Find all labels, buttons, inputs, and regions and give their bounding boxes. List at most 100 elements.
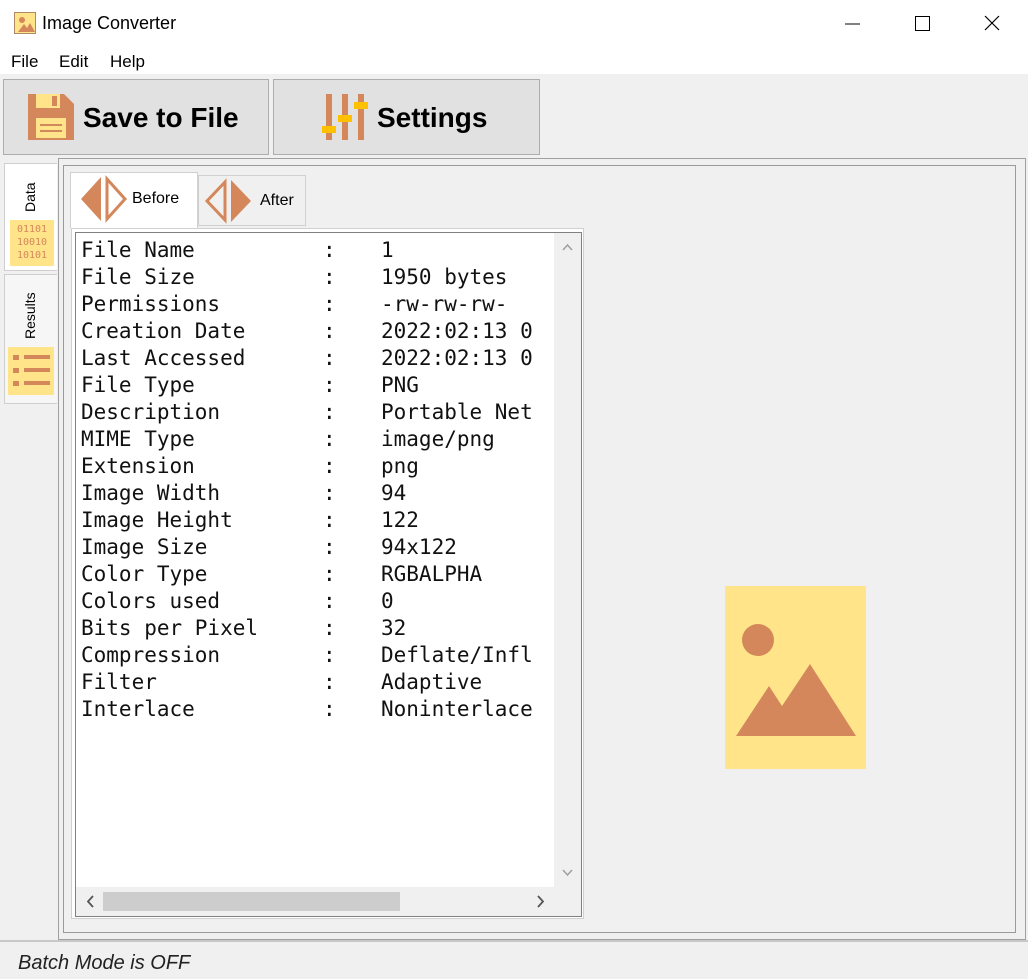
main-area: Data 01101 10010 10101 Results Before Af… [0, 158, 1028, 940]
file-info-list: File Name: 1 File Size: 1950 bytes Permissio… [81, 237, 553, 877]
info-value: 2022:02:13 0 [381, 346, 533, 370]
info-key: Filter [81, 670, 157, 694]
info-key: MIME Type [81, 427, 195, 451]
info-separator: : [323, 616, 336, 640]
horizontal-scrollbar[interactable] [76, 887, 554, 916]
info-key: File Size [81, 265, 195, 289]
scroll-left-icon [86, 895, 94, 908]
vertical-scrollbar[interactable] [554, 233, 581, 887]
info-separator: : [323, 670, 336, 694]
info-value: 122 [381, 508, 419, 532]
info-separator: : [323, 427, 336, 451]
info-separator: : [323, 454, 336, 478]
info-value: Noninterlace [381, 697, 533, 721]
info-separator: : [323, 481, 336, 505]
menu-bar: File Edit Help [0, 48, 1028, 74]
app-icon [14, 12, 36, 34]
info-separator: : [323, 562, 336, 586]
info-separator: : [323, 373, 336, 397]
info-value: Deflate/Infl [381, 643, 533, 667]
tab-before[interactable]: Before [70, 172, 198, 228]
info-value: RGBALPHA [381, 562, 483, 586]
info-separator: : [323, 238, 336, 262]
tab-before-label: Before [132, 190, 180, 207]
info-key: File Type [81, 373, 195, 397]
close-button[interactable] [958, 0, 1028, 48]
image-placeholder-icon [736, 624, 856, 736]
info-key: Interlace [81, 697, 195, 721]
info-separator: : [323, 535, 336, 559]
info-key: Colors used [81, 589, 221, 613]
info-value: image/png [381, 427, 495, 451]
minimize-button[interactable] [818, 0, 888, 48]
content-panel: Before After File Name: 1 File Size: 1950 b… [63, 165, 1016, 933]
info-key: Image Size [81, 535, 208, 559]
info-value: 32 [381, 616, 407, 640]
content-frame: Before After File Name: 1 File Size: 1950 b… [58, 158, 1026, 940]
sidetab-results[interactable]: Results [4, 274, 57, 404]
info-key: Permissions [81, 292, 221, 316]
info-value: 2022:02:13 0 [381, 319, 533, 343]
sidetab-data[interactable]: Data 01101 10010 10101 [4, 163, 57, 271]
info-value: Portable Net [381, 400, 533, 424]
file-info-textbox[interactable]: File Name: 1 File Size: 1950 bytes Permissio… [75, 232, 582, 917]
info-key: Description [81, 400, 221, 424]
info-separator: : [323, 319, 336, 343]
info-separator: : [323, 346, 336, 370]
tab-after[interactable]: After [198, 175, 306, 226]
binary-icon: 01101 10010 10101 [10, 220, 54, 266]
info-value: 1950 bytes [381, 265, 508, 289]
info-separator: : [323, 643, 336, 667]
info-key: Bits per Pixel [81, 616, 259, 640]
info-key: Extension [81, 454, 195, 478]
scroll-right-icon [537, 895, 545, 908]
info-key: File Name [81, 238, 195, 262]
info-value: png [381, 454, 419, 478]
sliders-icon [322, 94, 368, 140]
list-icon [8, 347, 54, 395]
window-title: Image Converter [42, 13, 177, 33]
info-value: 94 [381, 481, 407, 505]
info-value: -rw-rw-rw- [381, 292, 508, 316]
info-key: Creation Date [81, 319, 246, 343]
close-icon [984, 15, 1000, 31]
info-separator: : [323, 265, 336, 289]
image-preview [725, 586, 866, 769]
info-value: PNG [381, 373, 419, 397]
save-to-file-label: Save to File [83, 102, 239, 133]
info-key: Last Accessed [81, 346, 246, 370]
tab-after-label: After [260, 192, 294, 209]
maximize-icon [915, 16, 930, 31]
sidetab-data-label: Data [22, 182, 38, 212]
status-text: Batch Mode is OFF [18, 952, 191, 974]
menu-edit[interactable]: Edit [59, 52, 88, 72]
info-value: 0 [381, 589, 394, 613]
info-key: Color Type [81, 562, 208, 586]
info-key: Image Width [81, 481, 221, 505]
info-key: Compression [81, 643, 221, 667]
info-separator: : [323, 697, 336, 721]
floppy-disk-icon [28, 94, 74, 140]
menu-file[interactable]: File [11, 52, 38, 72]
scrollbar-corner [554, 887, 581, 916]
settings-button[interactable]: Settings [273, 79, 540, 155]
toolbar: Save to File Settings [0, 74, 1028, 158]
horizontal-scroll-thumb[interactable] [103, 892, 400, 911]
info-separator: : [323, 589, 336, 613]
scroll-down-icon [562, 869, 573, 877]
side-tabs: Data 01101 10010 10101 Results [0, 158, 58, 940]
arrows-icon [204, 178, 251, 224]
title-bar: Image Converter [0, 0, 1028, 48]
status-bar: Batch Mode is OFF [0, 940, 1028, 979]
info-value: 94x122 [381, 535, 457, 559]
menu-help[interactable]: Help [110, 52, 145, 72]
info-key: Image Height [81, 508, 233, 532]
info-value: Adaptive [381, 670, 483, 694]
maximize-button[interactable] [888, 0, 958, 48]
minimize-icon [845, 23, 860, 25]
sidetab-results-label: Results [22, 292, 38, 339]
info-separator: : [323, 400, 336, 424]
save-to-file-button[interactable]: Save to File [3, 79, 269, 155]
scroll-up-icon [562, 243, 573, 251]
arrows-icon [81, 175, 128, 223]
